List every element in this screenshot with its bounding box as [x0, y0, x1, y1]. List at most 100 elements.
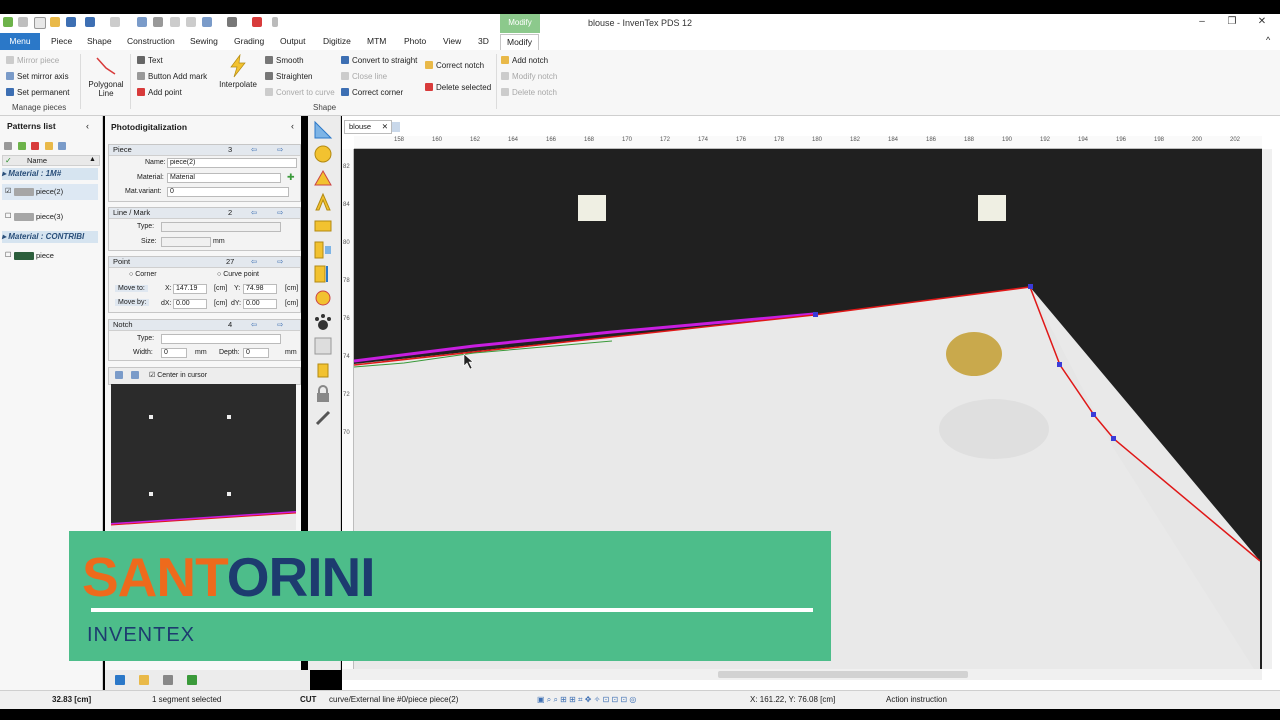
- point-handle[interactable]: [1111, 436, 1116, 441]
- polygonal-line-button[interactable]: Polygonal Line: [88, 54, 124, 98]
- next-arrow-icon[interactable]: ⇨: [277, 257, 283, 267]
- interpolate-button[interactable]: Interpolate: [216, 53, 260, 89]
- convert-to-curve-button[interactable]: Convert to curve: [265, 88, 335, 97]
- measure-tool-icon[interactable]: [313, 144, 333, 164]
- check-all-icon[interactable]: ✓: [5, 156, 12, 165]
- delete-selected-button[interactable]: Delete selected: [425, 83, 491, 92]
- tab-photo[interactable]: Photo: [404, 36, 426, 46]
- next-arrow-icon[interactable]: ⇨: [277, 320, 283, 330]
- set-mirror-axis-button[interactable]: Set mirror axis: [6, 72, 69, 81]
- tab-piece[interactable]: Piece: [51, 36, 72, 46]
- tools-icon[interactable]: [4, 142, 12, 150]
- pen-tool-icon[interactable]: [313, 408, 333, 428]
- table-tool-icon[interactable]: [313, 336, 333, 356]
- list-item[interactable]: ☑ piece(2): [2, 184, 98, 200]
- center-in-cursor-checkbox[interactable]: ☑ Center in cursor: [149, 371, 207, 379]
- tab-construction[interactable]: Construction: [127, 36, 175, 46]
- zoom-in-icon[interactable]: [115, 371, 123, 379]
- next-arrow-icon[interactable]: ⇨: [277, 145, 283, 155]
- new-tab-icon[interactable]: [392, 122, 400, 132]
- list-item[interactable]: ☐ piece: [2, 248, 98, 264]
- line-size-input[interactable]: [161, 237, 211, 247]
- x-input[interactable]: 147.19: [173, 284, 207, 294]
- add-icon[interactable]: [17, 142, 26, 150]
- modify-notch-button[interactable]: Modify notch: [501, 72, 557, 81]
- notch-depth-input[interactable]: 0: [243, 348, 269, 358]
- scroll-thumb[interactable]: [718, 671, 968, 678]
- next-arrow-icon[interactable]: ⇨: [277, 208, 283, 218]
- dx-input[interactable]: 0.00: [173, 299, 207, 309]
- straighten-button[interactable]: Straighten: [265, 72, 312, 81]
- align-tool-icon[interactable]: [313, 240, 333, 260]
- delete-notch-button[interactable]: Delete notch: [501, 88, 557, 97]
- material-group[interactable]: ▸ Material : CONTRIBI: [2, 231, 98, 243]
- digitize-icon[interactable]: [187, 675, 197, 685]
- add-point-button[interactable]: Add point: [137, 88, 182, 97]
- sort-arrow-icon[interactable]: ▲: [89, 156, 96, 163]
- document-tab[interactable]: blouse ✕: [344, 120, 392, 134]
- add-notch-button[interactable]: Add notch: [501, 56, 548, 65]
- tab-view[interactable]: View: [443, 36, 461, 46]
- close-icon[interactable]: ✕: [1250, 16, 1274, 30]
- tab-grading[interactable]: Grading: [234, 36, 264, 46]
- minimize-icon[interactable]: –: [1190, 16, 1214, 30]
- folder-icon[interactable]: [44, 142, 53, 150]
- close-line-button[interactable]: Close line: [341, 72, 387, 81]
- convert-to-straight-button[interactable]: Convert to straight: [341, 56, 417, 65]
- notch-type-select[interactable]: [161, 334, 281, 344]
- add-material-icon[interactable]: ✚: [287, 172, 295, 183]
- prev-arrow-icon[interactable]: ⇦: [251, 257, 257, 267]
- tab-digitize[interactable]: Digitize: [323, 36, 351, 46]
- text-button[interactable]: Text: [137, 56, 163, 65]
- correct-notch-button[interactable]: Correct notch: [425, 61, 484, 70]
- corner-radio[interactable]: ○ Corner: [129, 271, 157, 278]
- line-type-select[interactable]: [161, 222, 281, 232]
- tab-mtm[interactable]: MTM: [367, 36, 386, 46]
- seam-tool-icon[interactable]: [313, 264, 333, 284]
- set-permanent-button[interactable]: Set permanent: [6, 88, 69, 97]
- collapse-ribbon-icon[interactable]: ^: [1266, 35, 1270, 45]
- tab-3d[interactable]: 3D: [478, 36, 489, 46]
- curve-point-radio[interactable]: ○ Curve point: [217, 271, 259, 278]
- prev-arrow-icon[interactable]: ⇦: [251, 208, 257, 218]
- mirror-piece-button[interactable]: Mirror piece: [6, 56, 59, 65]
- restore-icon[interactable]: ❐: [1220, 16, 1244, 30]
- checkbox[interactable]: ☑: [5, 184, 11, 200]
- tab-menu[interactable]: Menu: [0, 33, 40, 50]
- point-handle[interactable]: [1028, 284, 1033, 289]
- zoom-out-icon[interactable]: [131, 371, 139, 379]
- triangle-tool-icon[interactable]: [313, 168, 333, 188]
- paw-tool-icon[interactable]: [313, 312, 333, 332]
- lock-icon[interactable]: [313, 384, 333, 404]
- material-select[interactable]: Material: [167, 173, 281, 183]
- compass-tool-icon[interactable]: [313, 192, 333, 212]
- name-column-header[interactable]: Name: [27, 156, 47, 165]
- prev-arrow-icon[interactable]: ⇦: [251, 320, 257, 330]
- piece-name-input[interactable]: piece(2): [167, 158, 297, 168]
- correct-corner-button[interactable]: Correct corner: [341, 88, 403, 97]
- checkbox[interactable]: ☐: [5, 209, 11, 225]
- tab-shape[interactable]: Shape: [87, 36, 112, 46]
- smooth-button[interactable]: Smooth: [265, 56, 304, 65]
- y-input[interactable]: 74.98: [243, 284, 277, 294]
- button-add-mark[interactable]: Button Add mark: [137, 72, 207, 81]
- mat-variant-input[interactable]: 0: [167, 187, 289, 197]
- layers-icon[interactable]: [139, 675, 149, 685]
- dart-tool-icon[interactable]: [313, 288, 333, 308]
- point-handle[interactable]: [1091, 412, 1096, 417]
- point-handle[interactable]: [1057, 362, 1062, 367]
- tab-modify[interactable]: Modify: [500, 34, 540, 51]
- collapse-icon[interactable]: ‹: [86, 121, 89, 131]
- notch-width-input[interactable]: 0: [161, 348, 187, 358]
- remove-icon[interactable]: [31, 142, 40, 150]
- grade-tool-icon[interactable]: [313, 216, 333, 236]
- photo-icon[interactable]: [163, 675, 173, 685]
- list-view-icon[interactable]: [115, 675, 125, 685]
- point-handle[interactable]: [813, 312, 818, 317]
- vertical-scrollbar[interactable]: [1262, 149, 1272, 669]
- horizontal-scrollbar[interactable]: [342, 669, 1262, 680]
- dy-input[interactable]: 0.00: [243, 299, 277, 309]
- tab-output[interactable]: Output: [280, 36, 306, 46]
- checkbox[interactable]: ☐: [5, 248, 11, 264]
- hand-tool-icon[interactable]: [313, 360, 333, 380]
